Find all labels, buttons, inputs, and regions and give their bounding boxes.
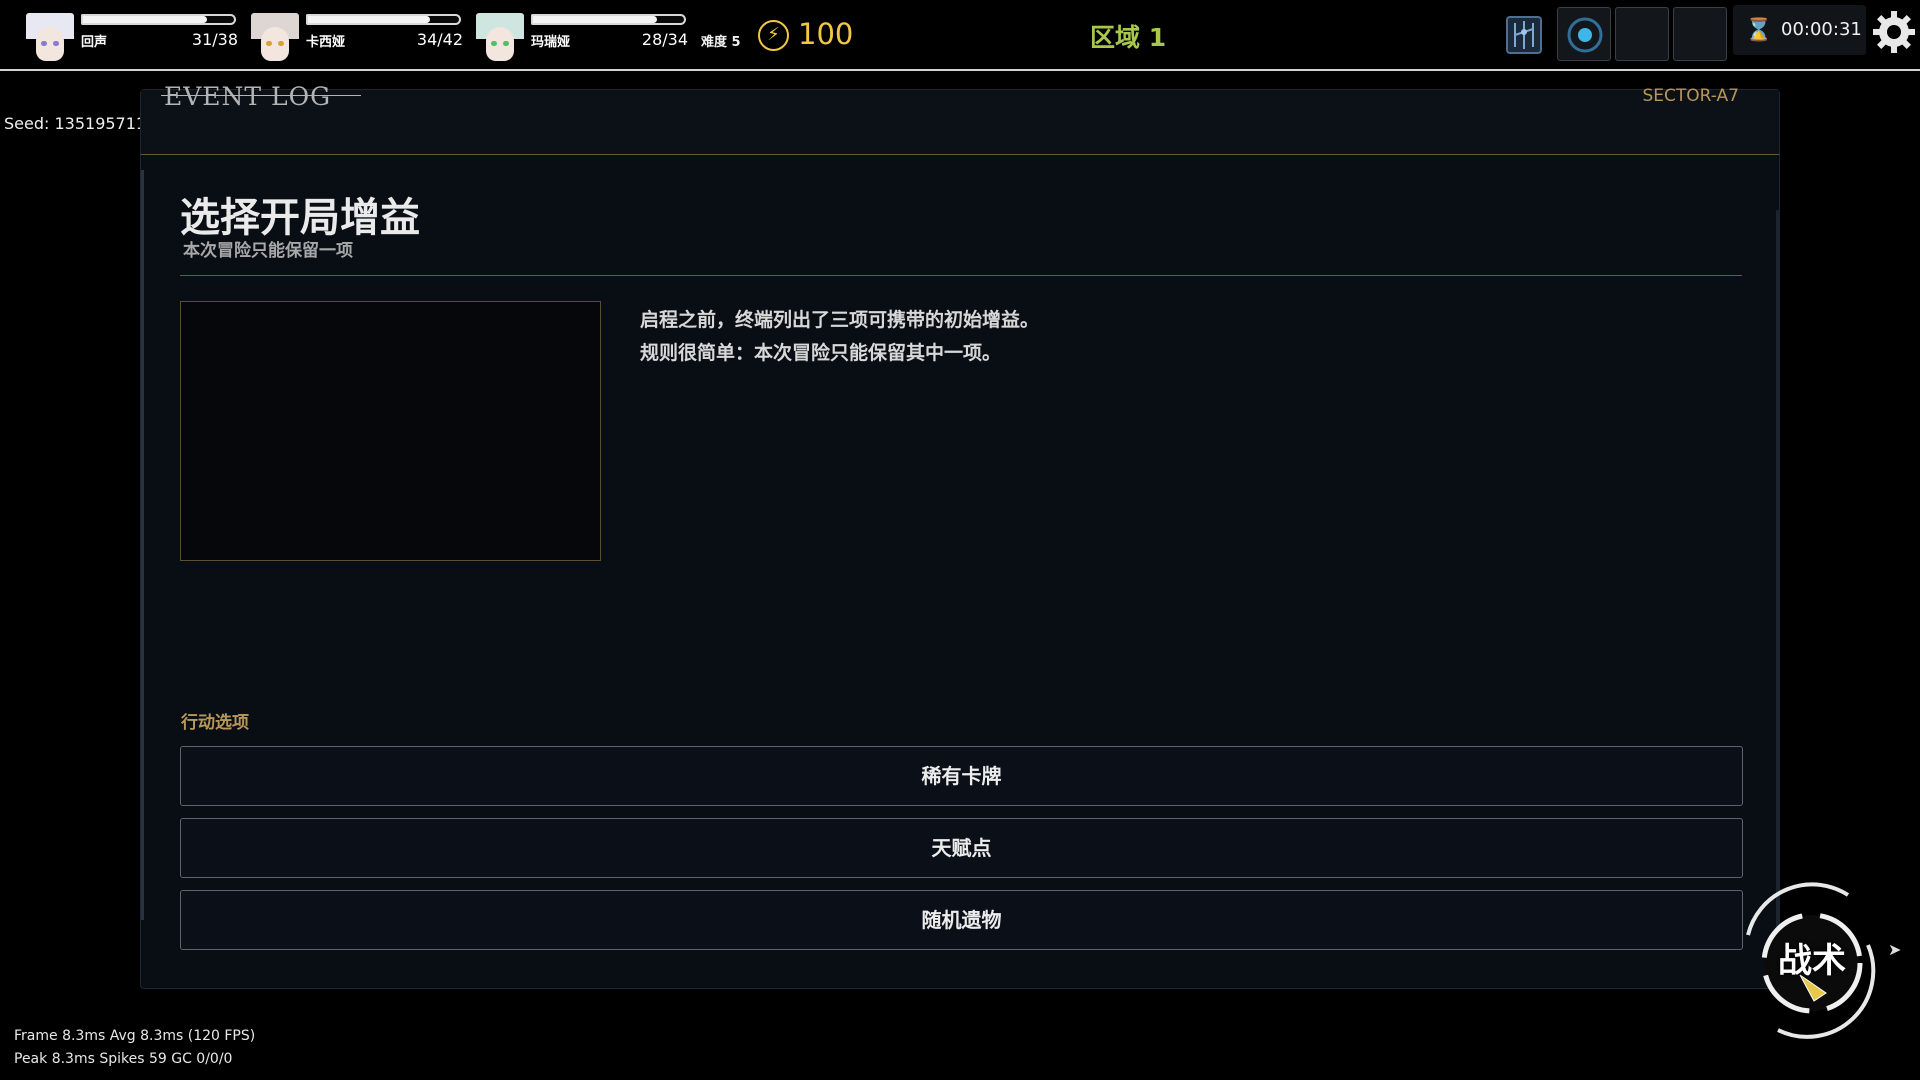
timer-value: 00:00:31: [1781, 19, 1862, 40]
skill-slot-icon: [1567, 17, 1603, 53]
party-member-3[interactable]: 玛瑞娅 28/34: [476, 13, 688, 63]
portrait-2: [251, 13, 299, 61]
member-hp: 28/34: [641, 30, 688, 49]
event-log-title: EVENT LOG: [164, 82, 332, 111]
map-icon[interactable]: [1505, 15, 1543, 55]
energy-value: 100: [798, 17, 854, 51]
sector-label: SECTOR-A7: [1642, 86, 1740, 106]
perf-line: Peak 8.3ms Spikes 59 GC 0/0/0: [14, 1051, 233, 1067]
cursor-arrow-icon: ➤: [1888, 940, 1902, 959]
event-description: 启程之前，终端列出了三项可携带的初始增益。 规则很简单：本次冒险只能保留其中一项…: [640, 304, 1039, 370]
hp-bar: [306, 14, 461, 25]
panel-scrollbar[interactable]: [1776, 210, 1779, 930]
event-text-line: 规则很简单：本次冒险只能保留其中一项。: [640, 342, 1002, 364]
tactics-label: 战术: [1778, 941, 1846, 981]
party-member-1[interactable]: 回声 31/38: [26, 13, 238, 63]
member-name: 回声: [81, 35, 108, 50]
hourglass-icon: ⌛: [1745, 18, 1773, 43]
choice-random-relic-button[interactable]: 随机遗物: [180, 890, 1743, 950]
top-hud: 回声 31/38 卡西娅 34/42 玛瑞娅 28/34 难度 5 ⚡ 100 …: [0, 0, 1920, 71]
event-subtitle: 本次冒险只能保留一项: [183, 241, 353, 261]
lightning-icon: ⚡: [758, 20, 789, 51]
hp-bar: [531, 14, 686, 25]
skill-slot-2[interactable]: [1615, 7, 1669, 61]
tactics-button[interactable]: 战术: [1738, 875, 1888, 1040]
member-hp: 31/38: [191, 30, 238, 49]
portrait-1: [26, 13, 74, 61]
panel-header: EVENT LOG SECTOR-A7: [141, 82, 1779, 155]
divider: [180, 275, 1742, 276]
title-decoration-line: [161, 95, 361, 96]
panel-left-rail: [141, 170, 144, 920]
member-hp: 34/42: [416, 30, 463, 49]
choice-rare-card-button[interactable]: 稀有卡牌: [180, 746, 1743, 806]
portrait-3: [476, 13, 524, 61]
timer-box: ⌛ 00:00:31: [1733, 5, 1866, 55]
perf-line: Frame 8.3ms Avg 8.3ms (120 FPS): [14, 1028, 256, 1044]
event-log-panel: EVENT LOG SECTOR-A7 选择开局增益 本次冒险只能保留一项 启程…: [140, 82, 1780, 989]
skill-slot-1[interactable]: [1557, 7, 1611, 61]
member-name: 玛瑞娅: [531, 35, 571, 50]
event-text-line: 启程之前，终端列出了三项可携带的初始增益。: [640, 309, 1040, 331]
party-member-2[interactable]: 卡西娅 34/42: [251, 13, 463, 63]
event-title: 选择开局增益: [180, 195, 420, 241]
skill-slot-3[interactable]: [1673, 7, 1727, 61]
event-illustration: [180, 301, 601, 561]
settings-icon[interactable]: [1871, 9, 1917, 55]
choice-talent-point-button[interactable]: 天赋点: [180, 818, 1743, 878]
hp-bar: [81, 14, 236, 25]
difficulty-label: 难度 5: [701, 35, 741, 50]
zone-label: 区域 1: [1090, 23, 1167, 52]
seed-label: Seed: 135195711: [4, 114, 147, 133]
perf-overlay: Frame 8.3ms Avg 8.3ms (120 FPS) Peak 8.3…: [14, 1025, 255, 1071]
member-name: 卡西娅: [306, 35, 346, 50]
actions-label: 行动选项: [181, 713, 249, 733]
